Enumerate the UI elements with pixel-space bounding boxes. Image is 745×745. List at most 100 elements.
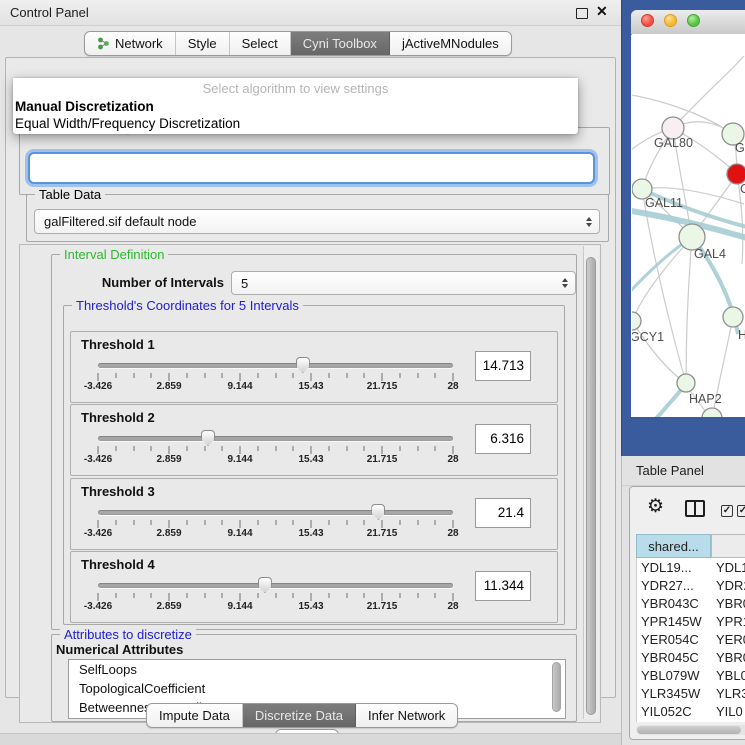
list-scrollbar-thumb[interactable]	[552, 662, 561, 712]
zoom-traffic-light-icon[interactable]	[687, 14, 700, 27]
tab-jactivemnodules[interactable]: jActiveMNodules	[390, 32, 511, 55]
algorithm-option[interactable]: Manual Discretization	[13, 98, 578, 115]
table-row[interactable]: YBR043CYBR0	[637, 594, 745, 612]
network-edge-highlighted[interactable]	[632, 384, 686, 417]
slider-handle[interactable]	[371, 504, 385, 520]
tick-label: 21.715	[367, 381, 398, 392]
algorithm-combobox[interactable]	[28, 152, 595, 184]
tab-style[interactable]: Style	[176, 32, 230, 55]
group-title: Attributes to discretize	[60, 627, 196, 642]
minimize-traffic-light-icon[interactable]	[664, 14, 677, 27]
table-row[interactable]: YLR345WYLR3	[637, 684, 745, 702]
algorithm-option[interactable]: Equal Width/Frequency Discretization	[13, 115, 578, 132]
table-row[interactable]: YDL19...YDL1	[637, 558, 745, 576]
table-row[interactable]: YBR045CYBR0	[637, 648, 745, 666]
table-data-combobox[interactable]: galFiltered.sif default node	[34, 209, 600, 234]
tick-mark	[169, 520, 170, 528]
slider-track[interactable]	[98, 510, 453, 515]
gear-icon[interactable]: ⚙	[647, 497, 664, 516]
cell-name: YBR0	[716, 596, 745, 611]
network-node[interactable]	[727, 164, 745, 184]
tick-mark	[133, 520, 134, 525]
tick-mark	[399, 593, 400, 598]
network-canvas[interactable]: GAL80GCGAL11GAL4HGCY1HAP2	[632, 34, 745, 417]
slider-track[interactable]	[98, 436, 453, 441]
cell-shared-name: YBR043C	[641, 596, 713, 611]
attribute-list-item[interactable]: TopologicalCoefficient	[69, 679, 565, 698]
number-of-intervals-combobox[interactable]: 5	[231, 271, 576, 295]
checkbox-icon[interactable]: ✓	[721, 505, 733, 517]
split-pane-icon[interactable]	[685, 500, 705, 517]
cell-name: YDR2	[716, 578, 745, 593]
tick-label: 28	[447, 601, 458, 612]
tick-mark	[133, 373, 134, 378]
tick-mark	[98, 593, 99, 601]
cell-shared-name: YIL052C	[641, 704, 713, 719]
mode-tab-label: Discretize Data	[255, 708, 343, 723]
scrollbar-thumb[interactable]	[586, 257, 596, 715]
mode-tab-infer-network[interactable]: Infer Network	[356, 704, 457, 727]
table-toolbar: ⚙ ✓ ✓	[638, 493, 745, 527]
network-edge[interactable]	[673, 56, 744, 128]
attribute-list-item[interactable]: SelfLoops	[69, 660, 565, 679]
table-header-row: shared...n	[636, 534, 745, 558]
tick-mark	[133, 446, 134, 451]
tick-label: -3.426	[84, 601, 112, 612]
tab-network[interactable]: Network	[85, 32, 176, 55]
network-window-titlebar[interactable]	[631, 10, 745, 35]
column-header[interactable]: n	[711, 534, 745, 558]
tick-mark	[151, 446, 152, 451]
scrollbar-thumb[interactable]	[637, 726, 741, 734]
threshold-value-field[interactable]: 14.713	[475, 351, 531, 381]
mode-tab-impute-data[interactable]: Impute Data	[147, 704, 243, 727]
tick-mark	[311, 446, 312, 454]
node-label: H	[738, 328, 745, 342]
tick-mark	[169, 446, 170, 454]
slider-tick-labels: -3.4262.8599.14415.4321.71528	[98, 601, 453, 613]
vertical-scrollbar[interactable]	[583, 246, 599, 719]
network-node[interactable]	[702, 408, 722, 417]
threshold-value-field[interactable]: 11.344	[475, 571, 531, 601]
table-row[interactable]: YIL052CYIL0	[637, 702, 745, 720]
tick-mark	[435, 520, 436, 525]
float-window-icon[interactable]	[576, 8, 588, 19]
stepper-arrows-icon[interactable]	[562, 278, 568, 288]
column-header[interactable]: shared...	[636, 534, 711, 558]
threshold-value-field[interactable]: 21.4	[475, 498, 531, 528]
table-row[interactable]: YBL079WYBL0	[637, 666, 745, 684]
slider-handle[interactable]	[258, 577, 272, 593]
table-row[interactable]: YER054CYER0	[637, 630, 745, 648]
threshold-value-field[interactable]: 6.316	[475, 424, 531, 454]
tick-mark	[204, 373, 205, 378]
table-row[interactable]: YDR27...YDR2	[637, 576, 745, 594]
group-title: Table Data	[35, 187, 105, 202]
slider-handle[interactable]	[201, 430, 215, 446]
close-icon[interactable]: ✕	[596, 3, 608, 20]
tab-cyni-toolbox[interactable]: Cyni Toolbox	[291, 32, 390, 55]
tick-mark	[293, 373, 294, 378]
tab-select[interactable]: Select	[230, 32, 291, 55]
network-node[interactable]	[677, 374, 695, 392]
tick-mark	[275, 446, 276, 451]
network-node[interactable]	[632, 312, 641, 330]
slider-track[interactable]	[98, 363, 453, 368]
mode-tab-discretize-data[interactable]: Discretize Data	[243, 704, 356, 727]
slider-track[interactable]	[98, 583, 453, 588]
stepper-arrows-icon[interactable]	[586, 217, 592, 227]
cell-name: YDL1	[716, 560, 745, 575]
slider-handle[interactable]	[296, 357, 310, 373]
table-row[interactable]: YPR145WYPR1	[637, 612, 745, 630]
close-traffic-light-icon[interactable]	[641, 14, 654, 27]
threshold-label: Threshold 4	[81, 557, 155, 572]
checkbox-icon[interactable]: ✓	[737, 505, 745, 517]
tick-mark	[417, 593, 418, 598]
tick-mark	[151, 593, 152, 598]
horizontal-scrollbar[interactable]	[636, 725, 745, 735]
cell-name: YIL0	[716, 704, 745, 719]
tick-mark	[453, 446, 454, 454]
mode-tab-label: Impute Data	[159, 708, 230, 723]
node-label: HAP2	[689, 392, 722, 406]
network-edge[interactable]	[686, 237, 692, 383]
cell-name: YER0	[716, 632, 745, 647]
network-node[interactable]	[723, 307, 743, 327]
